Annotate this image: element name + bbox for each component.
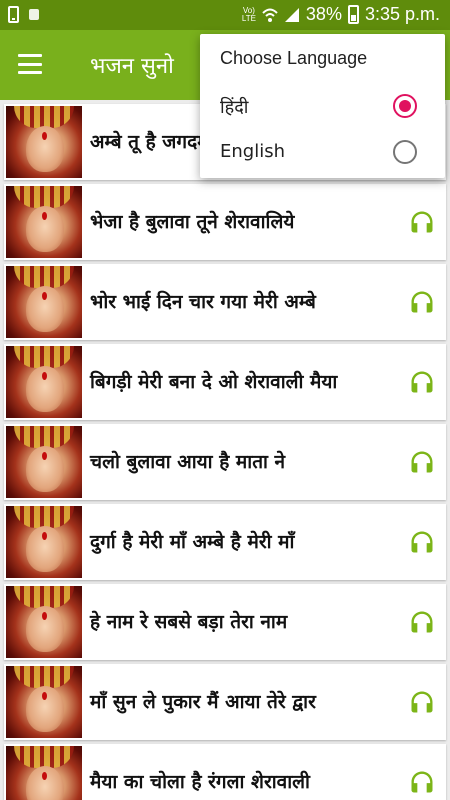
volte-icon: Vo) LTE: [241, 5, 256, 23]
radio-unchecked-icon[interactable]: [393, 140, 417, 164]
song-title: दुर्गा है मेरी माँ अम्बे है मेरी माँ: [90, 531, 295, 553]
headphones-icon[interactable]: [408, 368, 436, 396]
list-item[interactable]: माँ सुन ले पुकार मैं आया तेरे द्वार: [4, 664, 446, 740]
language-option-label: English: [220, 141, 285, 162]
durga-thumbnail: [6, 506, 82, 578]
headphones-icon[interactable]: [408, 768, 436, 796]
song-title: भेजा है बुलावा तूने शेरावालिये: [90, 211, 295, 233]
list-item[interactable]: भोर भाई दिन चार गया मेरी अम्बे: [4, 264, 446, 340]
language-menu: Choose Language हिंदी English: [200, 34, 445, 178]
song-title: चलो बुलावा आया है माता ने: [90, 451, 286, 473]
list-item[interactable]: बिगड़ी मेरी बना दे ओ शेरावाली मैया: [4, 344, 446, 420]
headphones-icon[interactable]: [408, 288, 436, 316]
headphones-icon[interactable]: [408, 608, 436, 636]
app-notification-icon: [29, 9, 39, 20]
durga-thumbnail: [6, 666, 82, 738]
durga-thumbnail: [6, 266, 82, 338]
hamburger-menu-icon[interactable]: [18, 54, 42, 74]
song-title: भोर भाई दिन चार गया मेरी अम्बे: [90, 291, 316, 313]
radio-checked-icon[interactable]: [393, 94, 417, 118]
wifi-icon: [262, 8, 278, 22]
list-item[interactable]: हे नाम रे सबसे बड़ा तेरा नाम: [4, 584, 446, 660]
language-option-hindi[interactable]: हिंदी: [200, 84, 445, 130]
headphones-icon[interactable]: [408, 528, 436, 556]
list-item[interactable]: चलो बुलावा आया है माता ने: [4, 424, 446, 500]
status-bar-left-icons: [8, 6, 39, 23]
list-item[interactable]: दुर्गा है मेरी माँ अम्बे है मेरी माँ: [4, 504, 446, 580]
durga-thumbnail: [6, 426, 82, 498]
language-menu-title: Choose Language: [220, 48, 368, 68]
song-title: हे नाम रे सबसे बड़ा तेरा नाम: [90, 611, 288, 633]
language-option-english[interactable]: English: [200, 130, 445, 176]
phone-icon: [8, 6, 19, 23]
clock: 3:35 p.m.: [364, 4, 440, 24]
headphones-icon[interactable]: [408, 208, 436, 236]
signal-icon: [284, 7, 299, 22]
durga-thumbnail: [6, 346, 82, 418]
durga-thumbnail: [6, 186, 82, 258]
durga-thumbnail: [6, 746, 82, 800]
language-option-label: हिंदी: [220, 97, 249, 118]
status-bar: Vo) LTE 38% 3:35 p.m.: [0, 0, 450, 30]
headphones-icon[interactable]: [408, 448, 436, 476]
list-item[interactable]: भेजा है बुलावा तूने शेरावालिये: [4, 184, 446, 260]
status-bar-right: Vo) LTE 38% 3:35 p.m.: [242, 4, 440, 25]
song-title: बिगड़ी मेरी बना दे ओ शेरावाली मैया: [90, 371, 338, 393]
song-title: मैया का चोला है रंगला शेरावाली: [90, 771, 310, 793]
battery-icon: [347, 5, 359, 24]
song-title: माँ सुन ले पुकार मैं आया तेरे द्वार: [90, 691, 316, 713]
durga-thumbnail: [6, 586, 82, 658]
app-title: भजन सुनो: [90, 54, 174, 79]
durga-thumbnail: [6, 106, 82, 178]
battery-percent: 38%: [305, 4, 342, 24]
headphones-icon[interactable]: [408, 688, 436, 716]
list-item[interactable]: मैया का चोला है रंगला शेरावाली: [4, 744, 446, 800]
